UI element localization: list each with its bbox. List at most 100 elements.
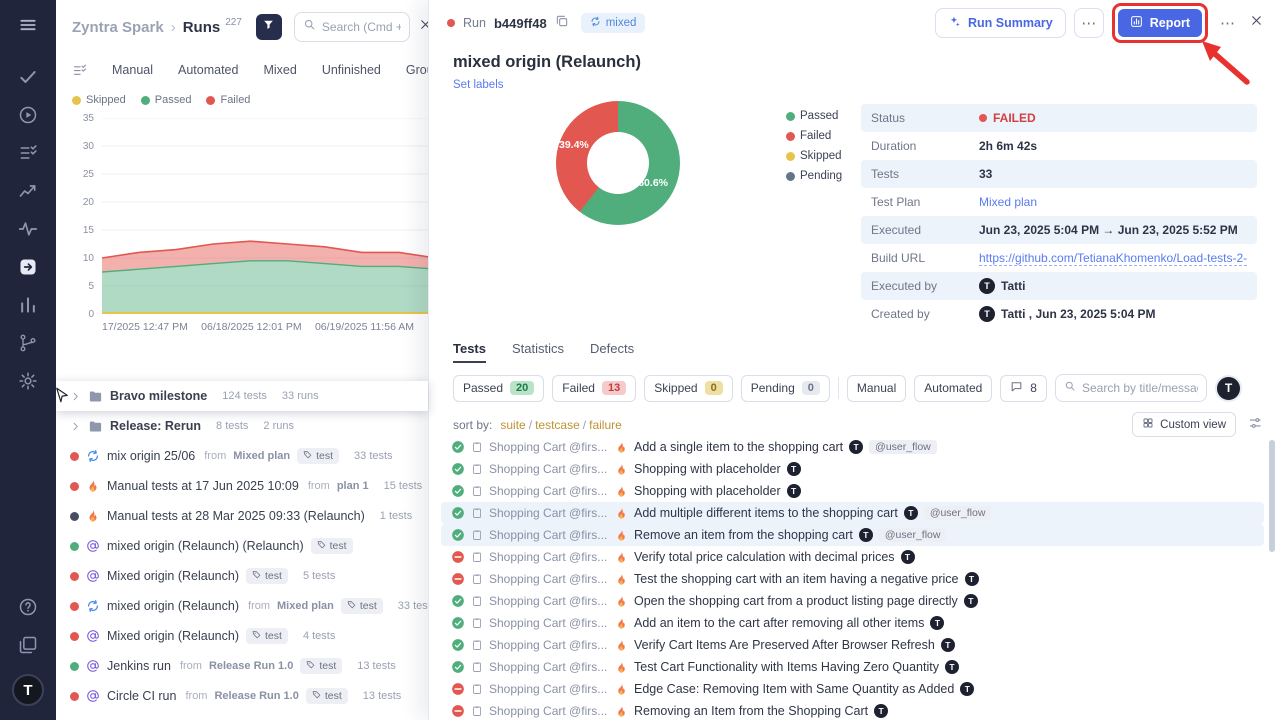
sort-by-testcase[interactable]: testcase [535,418,580,432]
clipboard-icon [471,705,483,717]
runs-tab-unfinished[interactable]: Unfinished [322,63,381,77]
detail-link[interactable]: https://github.com/TetianaKhomenko/Load-… [979,251,1247,266]
close-run-button[interactable] [1247,13,1266,33]
copy-run-id-button[interactable] [555,14,569,33]
runs-tab-automated[interactable]: Automated [178,63,238,77]
run-row[interactable]: mixed origin (Relaunch) fromMixed plan t… [56,591,428,621]
filter-pending[interactable]: Pending0 [741,375,830,402]
sidebar-item-projects-icon[interactable] [8,628,48,666]
chart-x-tick: 06/18/2025 12:01 PM [201,321,301,333]
run-group-row[interactable]: Release: Rerun 8 tests 2 runs [56,411,428,441]
sidebar-item-test-list-icon[interactable] [8,136,48,174]
tab-defects[interactable]: Defects [590,341,634,363]
sort-by-suite[interactable]: suite [500,418,525,432]
runs-search-input[interactable] [322,20,401,34]
run-row[interactable]: mixed origin (Relaunch) (Relaunch) test [56,531,428,561]
sidebar-item-import-run-icon[interactable] [8,250,48,288]
sort-by-failure[interactable]: failure [589,418,622,432]
sidebar-item-analytics-icon[interactable] [8,288,48,326]
fire-icon [615,551,628,564]
filter-manual[interactable]: Manual [847,375,906,402]
sidebar-item-pulse-icon[interactable] [8,212,48,250]
tests-search-input[interactable] [1082,381,1198,395]
runs-list-panel: Zyntra Spark › Runs 227 ManualAutomatedM… [56,0,428,720]
test-row[interactable]: Shopping Cart @firs... Add multiple diff… [441,502,1264,524]
custom-view-button[interactable]: Custom view [1132,412,1236,437]
test-row[interactable]: Shopping Cart @firs... Edge Case: Removi… [441,678,1264,700]
close-icon [1249,13,1264,33]
avatar: T [874,704,888,718]
test-badge: test [246,568,288,584]
view-settings-button[interactable] [1248,416,1262,433]
filter-failed[interactable]: Failed13 [552,375,636,402]
test-row[interactable]: Shopping Cart @firs... Add a single item… [441,436,1264,458]
cycle-icon [86,599,100,613]
run-status-dot [70,602,79,611]
run-row[interactable]: Jenkins run fromRelease Run 1.0 test 13 … [56,651,428,681]
detail-link[interactable]: Mixed plan [979,195,1037,209]
run-name: Manual tests at 28 Mar 2025 09:33 (Relau… [107,509,365,523]
filter-passed[interactable]: Passed20 [453,375,544,402]
runs-tab-mixed[interactable]: Mixed [263,63,296,77]
test-row[interactable]: Shopping Cart @firs... Remove an item fr… [441,524,1264,546]
sidebar-item-check-icon[interactable] [8,60,48,98]
run-tests-count: 13 tests [363,690,402,702]
sidebar-item-branch-icon[interactable] [8,326,48,364]
sidebar-item-menu-icon[interactable] [8,8,48,46]
filter-automated[interactable]: Automated [914,375,992,402]
breadcrumb-project[interactable]: Zyntra Spark [72,19,164,36]
test-row[interactable]: Shopping Cart @firs... Verify total pric… [441,546,1264,568]
detail-label: Executed by [871,279,979,293]
report-button[interactable]: Report [1118,9,1202,37]
run-group-row[interactable]: Bravo milestone 124 tests 33 runs [56,381,428,411]
run-row[interactable]: Mixed origin (Relaunch) test 5 tests [56,561,428,591]
tab-statistics[interactable]: Statistics [512,341,564,363]
run-row[interactable]: Mixed origin (Relaunch) test 4 tests [56,621,428,651]
test-row[interactable]: Shopping Cart @firs... Removing an Item … [441,700,1264,720]
filter-button[interactable] [256,14,282,40]
breadcrumb-section[interactable]: Runs [183,19,221,36]
detail-value: Tatti [1001,279,1025,293]
sort-by-label: sort by: [453,418,492,432]
test-row[interactable]: Shopping Cart @firs... Open the shopping… [441,590,1264,612]
chevron-right-icon[interactable] [70,421,81,432]
run-detail-tabs: Tests Statistics Defects [453,341,634,363]
run-row[interactable]: Manual tests at 17 Jun 2025 10:09 frompl… [56,471,428,501]
run-row[interactable]: Manual tests at 28 Mar 2025 09:33 (Relau… [56,501,428,531]
sidebar-item-play-circle-icon[interactable] [8,98,48,136]
cycle-icon [86,449,100,463]
run-more-button[interactable]: ⋯ [1216,14,1239,32]
chevron-right-icon[interactable] [70,391,81,402]
group-tests-count: 124 tests [222,390,267,402]
funnel-icon [262,18,275,36]
run-row[interactable]: Circle CI run fromRelease Run 1.0 test 1… [56,681,428,711]
sidebar-item-help-icon[interactable] [8,590,48,628]
tests-scrollbar[interactable] [1269,440,1275,552]
user-avatar[interactable]: T [12,674,44,706]
fire-icon [615,595,628,608]
run-row[interactable]: mix origin 25/06 fromMixed plan test 33 … [56,441,428,471]
test-row[interactable]: Shopping Cart @firs... Test the shopping… [441,568,1264,590]
fire-icon [615,441,628,454]
test-row[interactable]: Shopping Cart @firs... Shopping with pla… [441,480,1264,502]
sidebar-item-gear-icon[interactable] [8,364,48,402]
tests-list: Shopping Cart @firs... Add a single item… [441,436,1264,720]
run-type-badge[interactable]: mixed [581,13,646,33]
runs-tab-manual[interactable]: Manual [112,63,153,77]
set-labels-link[interactable]: Set labels [453,79,504,91]
tab-tests[interactable]: Tests [453,341,486,363]
assignee-avatar[interactable]: T [1215,375,1242,402]
sidebar-item-trend-icon[interactable] [8,174,48,212]
avatar: T [965,572,979,586]
test-row[interactable]: Shopping Cart @firs... Add an item to th… [441,612,1264,634]
test-row[interactable]: Shopping Cart @firs... Verify Cart Items… [441,634,1264,656]
comments-filter-button[interactable]: 8 [1000,375,1047,402]
sort-separator: / [583,418,586,432]
summary-more-button[interactable]: ⋯ [1074,8,1104,38]
run-details-table: StatusFAILEDDuration2h 6m 42sTests33Test… [861,104,1257,328]
test-row[interactable]: Shopping Cart @firs... Shopping with pla… [441,458,1264,480]
test-row[interactable]: Shopping Cart @firs... Test Cart Functio… [441,656,1264,678]
chart-y-tick: 10 [74,253,94,264]
filter-skipped[interactable]: Skipped0 [644,375,733,402]
run-summary-button[interactable]: Run Summary [935,8,1066,38]
